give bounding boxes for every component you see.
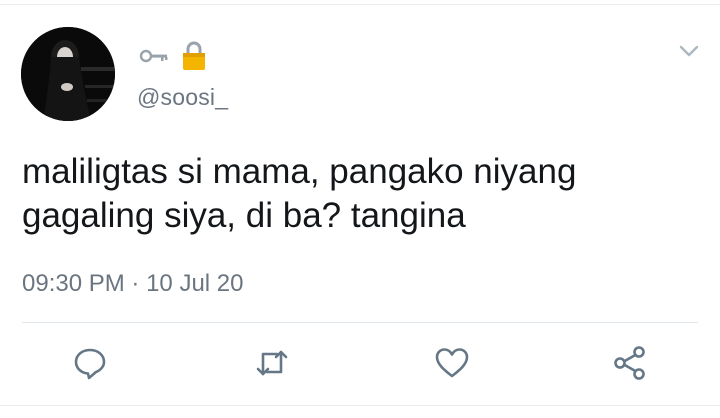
tweet-date: 10 Jul 20 [146,270,244,297]
like-button[interactable] [434,345,470,381]
speech-bubble-icon [74,348,106,380]
reply-button[interactable] [72,345,108,381]
avatar-photo [21,27,115,121]
user-handle[interactable]: @soosi_ [137,84,228,111]
bottom-border [0,405,720,406]
top-border [0,4,720,5]
share-nodes-icon [614,346,645,380]
lock-icon [181,40,207,77]
retweet-button[interactable] [254,345,290,381]
timestamp-separator: · [131,270,140,297]
share-button[interactable] [612,345,648,381]
key-icon [139,40,171,77]
tweet-text: maliligtas si mama, pangako niyang gagal… [22,152,577,235]
tweet-timestamp[interactable]: 09:30 PM · 10 Jul 20 [22,270,243,298]
tweet-time: 09:30 PM [22,270,125,297]
chevron-down-icon[interactable] [676,40,702,62]
actions-divider [22,322,698,323]
avatar[interactable] [21,27,115,121]
heart-icon [435,348,469,378]
retweet-arrows-icon [256,350,288,376]
